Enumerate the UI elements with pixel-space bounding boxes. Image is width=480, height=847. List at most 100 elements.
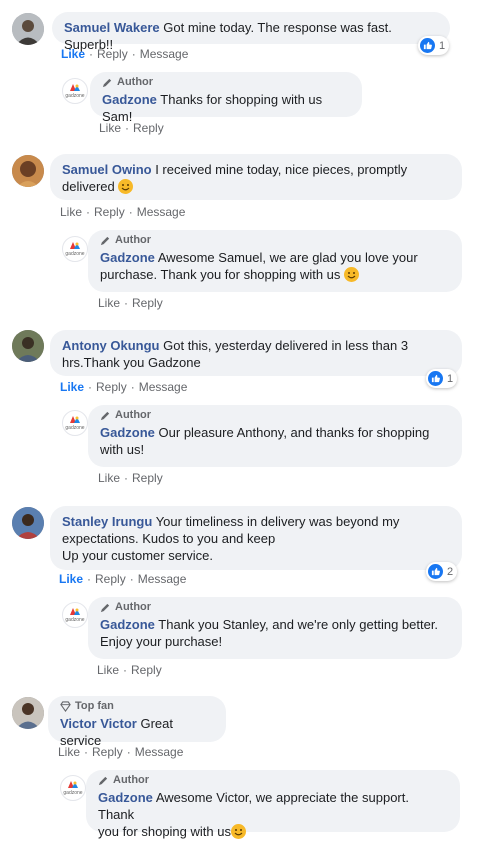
like-button[interactable]: Like xyxy=(61,47,85,61)
page-avatar[interactable]: gadzone xyxy=(62,78,88,104)
page-avatar[interactable]: gadzone xyxy=(62,602,88,628)
like-button[interactable]: Like xyxy=(97,663,119,677)
reaction-count[interactable]: 1 xyxy=(418,36,450,55)
comment-bubble: Antony Okungu Got this, yesterday delive… xyxy=(50,330,462,376)
page-name[interactable]: Gadzone xyxy=(98,790,153,805)
reply-text: Our pleasure Anthony, and thanks for sho… xyxy=(158,425,430,440)
message-button[interactable]: Message xyxy=(137,205,186,219)
reply-bubble: Author Gadzone Awesome Samuel, we are gl… xyxy=(88,230,462,292)
comment-bubble: Top fan Victor Victor Great service xyxy=(48,696,226,748)
reply-button[interactable]: Reply xyxy=(95,572,126,586)
smile-emoji-icon xyxy=(118,179,134,194)
gadzone-logo-icon xyxy=(70,416,80,423)
pencil-icon xyxy=(102,78,112,88)
reply-actions: Like · Reply xyxy=(98,471,163,485)
separator: · xyxy=(88,380,93,394)
like-button[interactable]: Like xyxy=(58,745,80,759)
thumbs-up-icon xyxy=(420,38,435,53)
reply-bubble: Author Gadzone Thanks for shopping with … xyxy=(90,72,362,124)
pencil-icon xyxy=(100,411,110,421)
comment-bubble: Stanley Irungu Your timeliness in delive… xyxy=(50,506,462,570)
gadzone-logo-icon xyxy=(70,84,80,91)
reaction-number: 1 xyxy=(439,39,446,52)
page-avatar[interactable]: gadzone xyxy=(62,410,88,436)
reply-button[interactable]: Reply xyxy=(132,296,163,310)
author-label: Author xyxy=(115,234,152,246)
logo-text: gadzone xyxy=(63,790,83,796)
author-badge: Author xyxy=(100,409,450,422)
reaction-count[interactable]: 2 xyxy=(426,562,458,581)
gadzone-logo-icon xyxy=(68,781,78,788)
comment-text: Got this, yesterday delivered in less th… xyxy=(163,338,409,353)
reply-text: you for shoping with us xyxy=(98,824,231,839)
reply-button[interactable]: Reply xyxy=(132,471,163,485)
reply-button[interactable]: Reply xyxy=(133,121,164,135)
like-button[interactable]: Like xyxy=(59,572,83,586)
comment-text: hrs.Thank you Gadzone xyxy=(62,355,201,370)
separator: · xyxy=(86,205,91,219)
like-button[interactable]: Like xyxy=(98,471,120,485)
diamond-icon xyxy=(60,701,71,712)
avatar[interactable] xyxy=(12,330,44,362)
top-fan-badge: Top fan xyxy=(60,700,214,713)
thumbs-up-icon xyxy=(428,371,443,386)
page-avatar[interactable]: gadzone xyxy=(60,775,86,801)
reply-button[interactable]: Reply xyxy=(97,47,128,61)
comment-text: expectations. Kudos to you and keep xyxy=(62,531,276,546)
commenter-name[interactable]: Victor Victor xyxy=(60,716,137,731)
author-label: Author xyxy=(117,76,154,88)
like-button[interactable]: Like xyxy=(98,296,120,310)
separator: · xyxy=(126,745,131,759)
reply-button[interactable]: Reply xyxy=(92,745,123,759)
message-button[interactable]: Message xyxy=(138,572,187,586)
author-badge: Author xyxy=(100,601,450,614)
commenter-name[interactable]: Antony Okungu xyxy=(62,338,160,353)
comment-actions: Like · Reply · Message xyxy=(60,380,187,394)
reply-actions: Like · Reply xyxy=(97,663,162,677)
comment-actions: Like · Reply · Message xyxy=(61,47,188,61)
reply-bubble: Author Gadzone Awesome Victor, we apprec… xyxy=(86,770,460,839)
page-name[interactable]: Gadzone xyxy=(102,92,157,107)
top-fan-label: Top fan xyxy=(75,700,114,712)
reaction-number: 2 xyxy=(447,565,454,578)
page-name[interactable]: Gadzone xyxy=(100,617,155,632)
commenter-name[interactable]: Samuel Owino xyxy=(62,162,152,177)
like-button[interactable]: Like xyxy=(60,205,82,219)
reply-bubble: Author Gadzone Our pleasure Anthony, and… xyxy=(88,405,462,467)
page-avatar[interactable]: gadzone xyxy=(62,236,88,262)
reply-button[interactable]: Reply xyxy=(131,663,162,677)
commenter-name[interactable]: Samuel Wakere xyxy=(64,20,160,35)
reply-button[interactable]: Reply xyxy=(96,380,127,394)
comment-bubble: Samuel Owino I received mine today, nice… xyxy=(50,154,462,200)
avatar[interactable] xyxy=(12,507,44,539)
reply-text: Awesome Samuel, we are glad you love you… xyxy=(157,250,418,265)
separator: · xyxy=(87,572,92,586)
reply-actions: Like · Reply xyxy=(98,296,163,310)
commenter-name[interactable]: Stanley Irungu xyxy=(62,514,152,529)
thumbs-up-icon xyxy=(428,564,443,579)
message-button[interactable]: Message xyxy=(139,380,188,394)
reply-text: Enjoy your purchase! xyxy=(100,634,223,649)
message-button[interactable]: Message xyxy=(135,745,184,759)
author-badge: Author xyxy=(102,76,350,89)
gadzone-logo-icon xyxy=(70,608,80,615)
comment-text: delivered xyxy=(62,179,115,194)
pencil-icon xyxy=(100,603,110,613)
page-name[interactable]: Gadzone xyxy=(100,425,155,440)
reaction-count[interactable]: 1 xyxy=(426,369,458,388)
page-name[interactable]: Gadzone xyxy=(100,250,155,265)
comment-actions: Like · Reply · Message xyxy=(60,205,185,219)
separator: · xyxy=(123,663,128,677)
separator: · xyxy=(84,745,89,759)
like-button[interactable]: Like xyxy=(99,121,121,135)
reply-text: Thank you Stanley, and we're only gettin… xyxy=(158,617,439,632)
comment-bubble: Samuel Wakere Got mine today. The respon… xyxy=(52,12,450,52)
like-button[interactable]: Like xyxy=(60,380,84,394)
avatar[interactable] xyxy=(12,697,44,729)
avatar[interactable] xyxy=(12,155,44,187)
separator: · xyxy=(129,572,134,586)
message-button[interactable]: Message xyxy=(140,47,189,61)
separator: · xyxy=(130,380,135,394)
avatar[interactable] xyxy=(12,13,44,45)
reply-button[interactable]: Reply xyxy=(94,205,125,219)
